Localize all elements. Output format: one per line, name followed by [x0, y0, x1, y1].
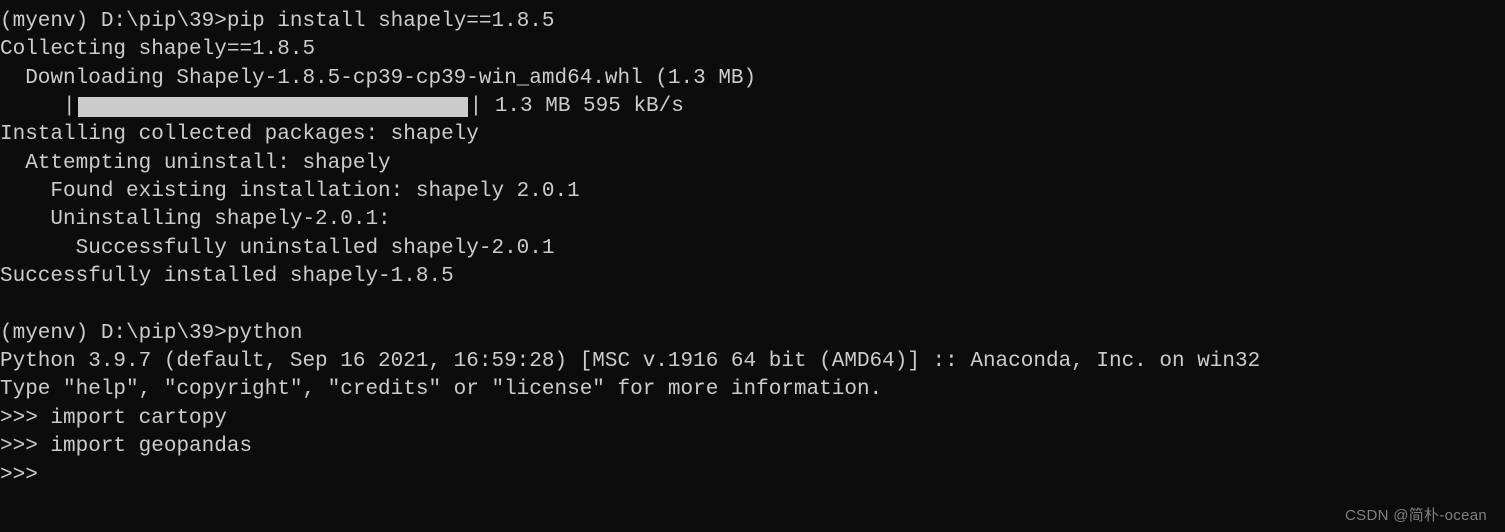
progress-bar: [78, 97, 468, 117]
repl-line-3[interactable]: >>>: [0, 462, 1505, 490]
path-prompt: D:\pip\39>: [101, 10, 227, 33]
output-uninstalling: Uninstalling shapely-2.0.1:: [0, 206, 1505, 234]
output-attempting: Attempting uninstall: shapely: [0, 150, 1505, 178]
output-found: Found existing installation: shapely 2.0…: [0, 178, 1505, 206]
output-installing: Installing collected packages: shapely: [0, 121, 1505, 149]
output-success: Successfully installed shapely-1.8.5: [0, 263, 1505, 291]
python-help: Type "help", "copyright", "credits" or "…: [0, 376, 1505, 404]
watermark: CSDN @简朴-ocean: [1345, 506, 1487, 526]
path-prompt-2: D:\pip\39>: [101, 322, 227, 345]
output-downloading: Downloading Shapely-1.8.5-cp39-cp39-win_…: [0, 65, 1505, 93]
python-header: Python 3.9.7 (default, Sep 16 2021, 16:5…: [0, 348, 1505, 376]
command-line-1[interactable]: (myenv) D:\pip\39>pip install shapely==1…: [0, 8, 1505, 36]
blank-line: [0, 291, 1505, 319]
command-line-2[interactable]: (myenv) D:\pip\39>python: [0, 320, 1505, 348]
progress-suffix: | 1.3 MB 595 kB/s: [470, 93, 684, 121]
import-geopandas: import geopandas: [50, 435, 252, 458]
repl-line-2[interactable]: >>> import geopandas: [0, 433, 1505, 461]
output-uninstalled: Successfully uninstalled shapely-2.0.1: [0, 235, 1505, 263]
env-prefix-2: (myenv): [0, 322, 88, 345]
repl-prompt-empty: >>>: [0, 464, 38, 487]
repl-line-1[interactable]: >>> import cartopy: [0, 405, 1505, 433]
import-cartopy: import cartopy: [50, 407, 226, 430]
repl-prompt: >>>: [0, 407, 50, 430]
python-command: python: [227, 322, 303, 345]
pip-command: pip install shapely==1.8.5: [227, 10, 555, 33]
env-prefix: (myenv): [0, 10, 88, 33]
output-collecting: Collecting shapely==1.8.5: [0, 36, 1505, 64]
progress-prefix: |: [0, 93, 76, 121]
repl-prompt: >>>: [0, 435, 50, 458]
progress-line: | | 1.3 MB 595 kB/s: [0, 93, 1505, 121]
